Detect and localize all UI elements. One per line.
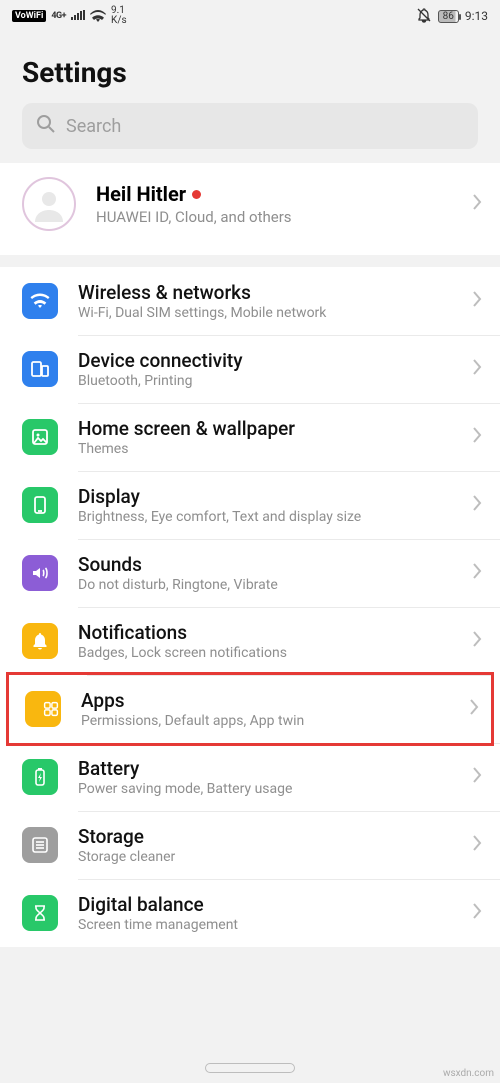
row-notifications[interactable]: NotificationsBadges, Lock screen notific… (0, 607, 500, 675)
account-text: Heil Hitler HUAWEI ID, Cloud, and others (96, 182, 452, 226)
row-subtitle: Brightness, Eye comfort, Text and displa… (78, 509, 452, 525)
chevron-right-icon (472, 494, 482, 516)
watermark: wsxdn.com (443, 1068, 494, 1079)
row-display[interactable]: DisplayBrightness, Eye comfort, Text and… (0, 471, 500, 539)
display-icon (22, 487, 58, 523)
row-title: Battery (78, 757, 452, 780)
hourglass-icon (22, 895, 58, 931)
storage-icon (22, 827, 58, 863)
account-subtitle: HUAWEI ID, Cloud, and others (96, 208, 452, 226)
row-title: Notifications (78, 621, 452, 644)
account-name: Heil Hitler (96, 182, 452, 206)
row-subtitle: Badges, Lock screen notifications (78, 645, 452, 661)
signal-icon (71, 9, 85, 23)
search-input[interactable]: Search (22, 103, 478, 149)
row-subtitle: Wi-Fi, Dual SIM settings, Mobile network (78, 305, 452, 321)
chevron-right-icon (472, 193, 482, 215)
row-subtitle: Storage cleaner (78, 849, 452, 865)
row-title: Device connectivity (78, 349, 452, 372)
row-subtitle: Permissions, Default apps, App twin (81, 713, 449, 729)
row-title: Home screen & wallpaper (78, 417, 452, 440)
clock: 9:13 (465, 9, 488, 23)
row-title: Display (78, 485, 452, 508)
row-apps[interactable]: AppsPermissions, Default apps, App twin (6, 672, 494, 746)
vowifi-badge: VoWiFi (12, 10, 46, 22)
wifi-icon (22, 283, 58, 319)
section-divider (0, 255, 500, 267)
status-right: 86 9:13 (416, 7, 488, 26)
row-subtitle: Do not disturb, Ringtone, Vibrate (78, 577, 452, 593)
row-title: Wireless & networks (78, 281, 452, 304)
search-icon (36, 114, 56, 139)
row-storage[interactable]: StorageStorage cleaner (0, 811, 500, 879)
row-subtitle: Themes (78, 441, 452, 457)
row-wireless[interactable]: Wireless & networksWi-Fi, Dual SIM setti… (0, 267, 500, 335)
chevron-right-icon (472, 834, 482, 856)
status-left: VoWiFi 4G+ 9.1 K/s (12, 6, 127, 26)
mute-icon (416, 7, 432, 26)
wifi-icon (90, 10, 106, 22)
network-type: 4G+ (51, 11, 66, 21)
row-subtitle: Power saving mode, Battery usage (78, 781, 452, 797)
chevron-right-icon (472, 630, 482, 652)
chevron-right-icon (472, 426, 482, 448)
chevron-right-icon (472, 766, 482, 788)
chevron-right-icon (472, 562, 482, 584)
account-card: Heil Hitler HUAWEI ID, Cloud, and others (0, 163, 500, 255)
wallpaper-icon (22, 419, 58, 455)
row-home-wallpaper[interactable]: Home screen & wallpaperThemes (0, 403, 500, 471)
row-title: Storage (78, 825, 452, 848)
battery-indicator: 86 (438, 10, 459, 23)
row-sounds[interactable]: SoundsDo not disturb, Ringtone, Vibrate (0, 539, 500, 607)
sounds-icon (22, 555, 58, 591)
search-placeholder: Search (66, 116, 121, 137)
row-subtitle: Bluetooth, Printing (78, 373, 452, 389)
chevron-right-icon (469, 698, 479, 720)
chevron-right-icon (472, 358, 482, 380)
avatar (22, 177, 76, 231)
row-subtitle: Screen time management (78, 917, 452, 933)
row-title: Apps (81, 689, 449, 712)
account-row[interactable]: Heil Hitler HUAWEI ID, Cloud, and others (0, 163, 500, 255)
chevron-right-icon (472, 290, 482, 312)
status-bar: VoWiFi 4G+ 9.1 K/s 86 9:13 (0, 0, 500, 32)
bell-icon (22, 623, 58, 659)
home-indicator[interactable] (205, 1063, 295, 1073)
apps-icon (25, 691, 61, 727)
row-title: Sounds (78, 553, 452, 576)
row-digital-balance[interactable]: Digital balanceScreen time management (0, 879, 500, 947)
page-title: Settings (0, 32, 500, 103)
settings-list: Wireless & networksWi-Fi, Dual SIM setti… (0, 267, 500, 947)
row-device-connectivity[interactable]: Device connectivityBluetooth, Printing (0, 335, 500, 403)
row-battery[interactable]: BatteryPower saving mode, Battery usage (0, 743, 500, 811)
network-speed: 9.1 K/s (111, 6, 127, 26)
search-container: Search (0, 103, 500, 163)
device-connectivity-icon (22, 351, 58, 387)
row-title: Digital balance (78, 893, 452, 916)
chevron-right-icon (472, 902, 482, 924)
notification-dot-icon (192, 190, 201, 199)
battery-icon (22, 759, 58, 795)
